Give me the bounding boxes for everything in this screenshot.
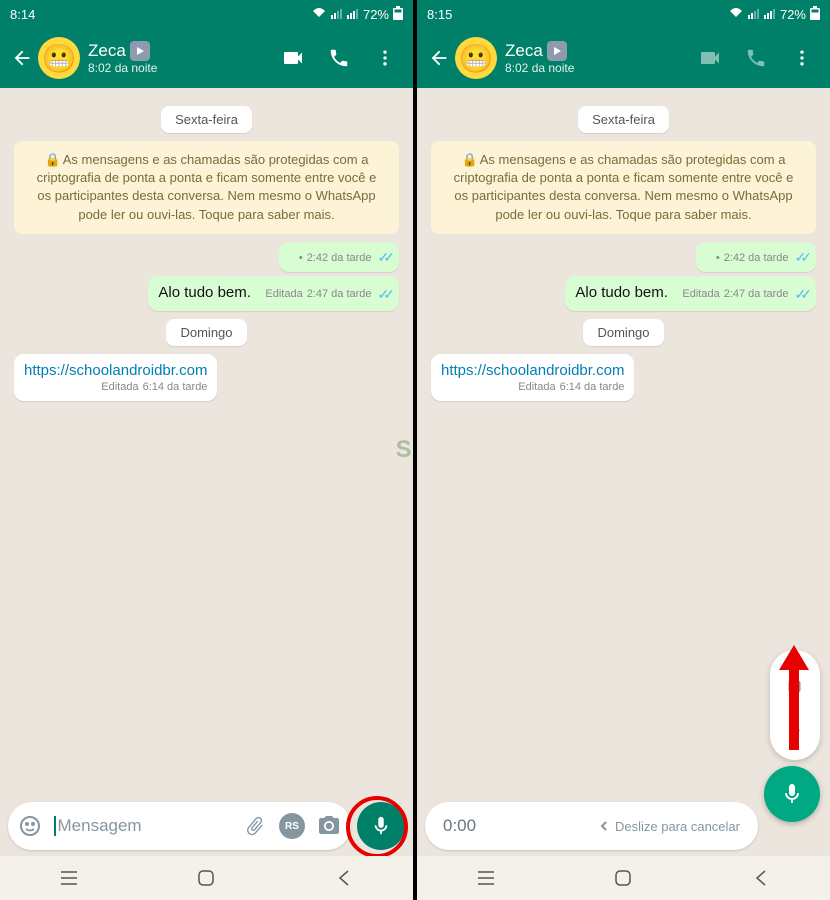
message-out[interactable]: •2:42 da tarde✓✓ [279, 242, 399, 273]
read-ticks-icon: ✓✓ [795, 249, 806, 266]
chat-area[interactable]: Sexta-feira 🔒As mensagens e as chamadas … [0, 88, 413, 792]
wifi-icon [728, 7, 744, 22]
signal-icon [748, 7, 760, 22]
unlock-icon [786, 674, 804, 700]
day-separator: Domingo [166, 319, 246, 346]
battery-icon [810, 6, 820, 23]
recording-bar: 0:00 Deslize para cancelar [417, 796, 830, 856]
message-input-pill[interactable]: Mensagem RS [8, 802, 351, 850]
nav-home[interactable] [176, 866, 236, 890]
payment-button[interactable]: RS [279, 813, 305, 839]
voice-call-button[interactable] [327, 46, 351, 70]
nav-back[interactable] [731, 866, 791, 890]
contact-info[interactable]: Zeca 8:02 da noite [505, 41, 698, 75]
back-button[interactable] [425, 44, 453, 72]
avatar[interactable]: 😬 [38, 37, 80, 79]
encryption-notice[interactable]: 🔒As mensagens e as chamadas são protegid… [431, 141, 816, 234]
day-separator: Sexta-feira [578, 106, 669, 133]
day-separator: Domingo [583, 319, 663, 346]
recording-timer: 0:00 [443, 816, 476, 836]
message-out[interactable]: Alo tudo bem. Editada2:47 da tarde✓✓ [565, 276, 816, 311]
status-time: 8:14 [10, 7, 35, 22]
message-link[interactable]: https://schoolandroidbr.com [441, 362, 624, 379]
camera-button[interactable] [317, 814, 341, 838]
voice-call-button[interactable] [744, 46, 768, 70]
back-button[interactable] [8, 44, 36, 72]
message-input[interactable]: Mensagem [54, 816, 231, 837]
screen-left: 8:14 72% 😬 Zeca [0, 0, 413, 900]
play-badge-icon [547, 41, 567, 61]
chat-header[interactable]: 😬 Zeca 8:02 da noite [417, 28, 830, 88]
nav-back[interactable] [314, 866, 374, 890]
message-in[interactable]: https://schoolandroidbr.com Editada6:14 … [431, 354, 634, 401]
status-bar: 8:15 72% [417, 0, 830, 28]
last-seen: 8:02 da noite [505, 61, 698, 75]
message-link[interactable]: https://schoolandroidbr.com [24, 362, 207, 379]
last-seen: 8:02 da noite [88, 61, 281, 75]
chat-area[interactable]: Sexta-feira 🔒As mensagens e as chamadas … [417, 88, 830, 792]
attach-button[interactable] [243, 814, 267, 838]
play-badge-icon [130, 41, 150, 61]
read-ticks-icon: ✓✓ [378, 249, 389, 266]
screen-right: 8:15 72% 😬 Zeca [417, 0, 830, 900]
message-out[interactable]: •2:42 da tarde✓✓ [696, 242, 816, 273]
emoji-button[interactable] [18, 814, 42, 838]
slide-to-cancel[interactable]: Deslize para cancelar [599, 819, 740, 834]
nav-recents[interactable] [39, 866, 99, 890]
read-ticks-icon: ✓✓ [795, 286, 806, 303]
message-out[interactable]: Alo tudo bem. Editada2:47 da tarde✓✓ [148, 276, 399, 311]
menu-button[interactable] [790, 46, 814, 70]
battery-percent: 72% [780, 7, 806, 22]
encryption-notice[interactable]: 🔒As mensagens e as chamadas são protegid… [14, 141, 399, 234]
nav-home[interactable] [593, 866, 653, 890]
status-time: 8:15 [427, 7, 452, 22]
status-bar: 8:14 72% [0, 0, 413, 28]
video-call-button[interactable] [698, 46, 722, 70]
chevron-left-icon [599, 820, 609, 832]
signal-icon-2 [347, 7, 359, 22]
lock-icon: 🔒 [462, 151, 478, 169]
day-separator: Sexta-feira [161, 106, 252, 133]
nav-bar [417, 856, 830, 900]
nav-bar [0, 856, 413, 900]
contact-name: Zeca [88, 41, 126, 61]
battery-percent: 72% [363, 7, 389, 22]
menu-button[interactable] [373, 46, 397, 70]
lock-icon: 🔒 [45, 151, 61, 169]
signal-icon-2 [764, 7, 776, 22]
chevron-up-icon [788, 720, 802, 736]
status-indicators: 72% [311, 6, 403, 23]
video-call-button[interactable] [281, 46, 305, 70]
recording-pill[interactable]: 0:00 Deslize para cancelar [425, 802, 758, 850]
chat-header[interactable]: 😬 Zeca 8:02 da noite [0, 28, 413, 88]
mic-button[interactable] [357, 802, 405, 850]
contact-name: Zeca [505, 41, 543, 61]
watermark: SA [396, 436, 413, 464]
nav-recents[interactable] [456, 866, 516, 890]
avatar[interactable]: 😬 [455, 37, 497, 79]
wifi-icon [311, 7, 327, 22]
battery-icon [393, 6, 403, 23]
input-bar: Mensagem RS [0, 796, 413, 856]
read-ticks-icon: ✓✓ [378, 286, 389, 303]
signal-icon [331, 7, 343, 22]
lock-slide-pill[interactable] [770, 650, 820, 760]
message-in[interactable]: https://schoolandroidbr.com Editada6:14 … [14, 354, 217, 401]
contact-info[interactable]: Zeca 8:02 da noite [88, 41, 281, 75]
status-indicators: 72% [728, 6, 820, 23]
